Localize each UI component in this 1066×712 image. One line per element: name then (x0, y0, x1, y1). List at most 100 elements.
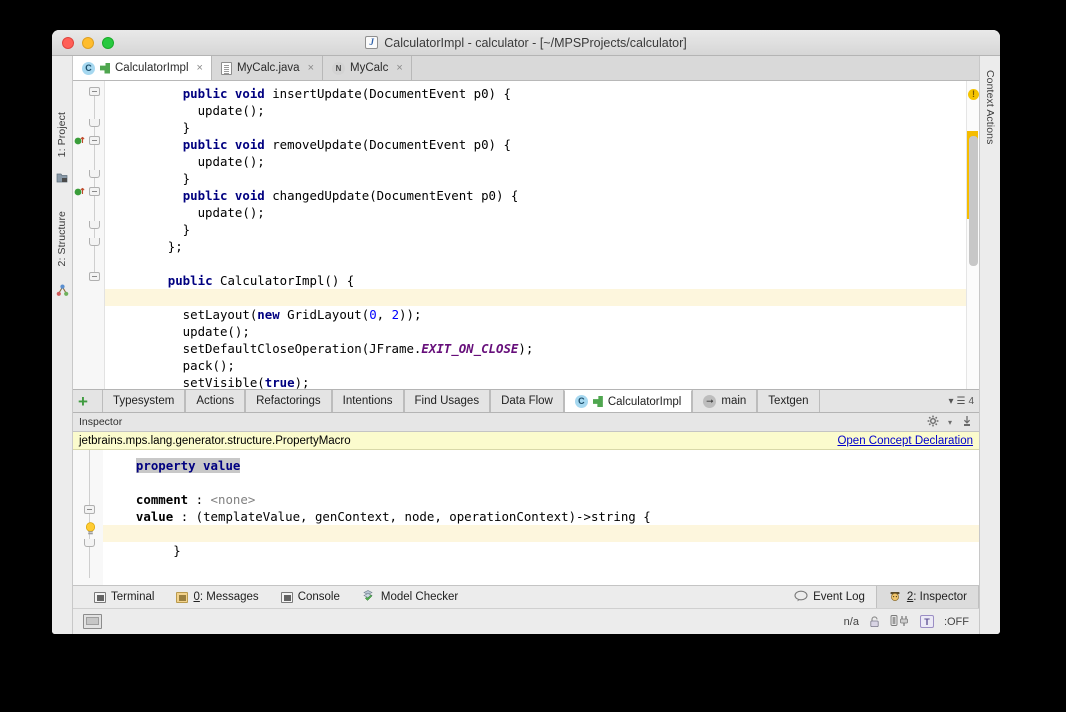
toggle-badge[interactable]: T (919, 615, 934, 628)
highlighted-line (103, 525, 979, 542)
tab-count: 4 (968, 395, 974, 407)
model-checker-icon (362, 589, 376, 605)
tab-stub (93, 390, 103, 412)
tab-label: Textgen (768, 395, 809, 407)
tab-main[interactable]: ➞ main (692, 390, 758, 412)
toggle-value: :OFF (943, 615, 969, 628)
add-tab-button[interactable]: + (73, 390, 93, 412)
fold-marker-end[interactable] (89, 221, 100, 229)
status-item-model-checker[interactable]: Model Checker (351, 589, 469, 605)
fold-marker-end[interactable] (89, 238, 100, 246)
fold-marker[interactable] (89, 272, 100, 281)
sidebar-item-project[interactable]: 1: Project (56, 112, 68, 157)
status-item-console[interactable]: Console (270, 591, 351, 603)
inspector-panel: Inspector ▾ jetbrains.mps.lang.generator… (73, 413, 979, 585)
tool-tab-bar: + Typesystem Actions Refactorings Intent… (73, 389, 979, 413)
tab-intentions[interactable]: Intentions (331, 390, 404, 412)
inspector-code-area[interactable]: property value comment : <none> value : … (103, 450, 979, 585)
code-text-area[interactable]: public void insertUpdate(DocumentEvent p… (105, 81, 966, 389)
node-n-icon: N (332, 61, 346, 75)
tab-actions[interactable]: Actions (185, 390, 246, 412)
tab-find-usages[interactable]: Find Usages (403, 390, 491, 412)
tab-label: Refactorings (256, 395, 321, 407)
inspector-body[interactable]: property value comment : <none> value : … (73, 450, 979, 585)
fold-marker[interactable] (84, 505, 95, 514)
bottom-strip: n/a T :OFF (73, 608, 979, 634)
status-item-label: Terminal (111, 591, 155, 603)
messages-icon (176, 591, 189, 603)
fold-marker-end[interactable] (84, 539, 95, 547)
editor-tab-mycalc-java[interactable]: MyCalc.java × (211, 56, 324, 80)
concept-c-icon: C (82, 61, 95, 75)
tab-label: Typesystem (113, 395, 175, 407)
inspector-source: property value comment : <none> value : … (135, 458, 651, 558)
arrow-right-icon: ➞ (703, 394, 717, 408)
fold-marker[interactable] (89, 87, 100, 96)
open-concept-declaration-link[interactable]: Open Concept Declaration (837, 435, 973, 447)
window-title: CalculatorImpl - calculator - [~/MPSProj… (384, 35, 687, 50)
status-bar-right: Event Log 2: Inspector (783, 586, 979, 608)
close-icon[interactable]: × (396, 62, 402, 74)
hide-panel-icon[interactable] (961, 415, 973, 430)
close-icon[interactable]: × (308, 62, 314, 74)
tab-label: Intentions (342, 395, 393, 407)
status-item-inspector[interactable]: 2: Inspector (875, 586, 979, 608)
tab-textgen[interactable]: Textgen (757, 390, 820, 412)
editor-gutter (73, 81, 105, 389)
tab-data-flow[interactable]: Data Flow (490, 390, 564, 412)
left-tool-rail: 1: Project 2: Structure (52, 56, 73, 634)
plug-icon[interactable] (890, 614, 910, 630)
title-bar: J CalculatorImpl - calculator - [~/MPSPr… (52, 30, 1000, 56)
status-item-terminal[interactable]: Terminal (83, 591, 165, 603)
memory-indicator-icon[interactable] (83, 614, 102, 629)
editor-marker-strip[interactable]: ! (966, 81, 979, 389)
status-item-event-log[interactable]: Event Log (783, 590, 876, 605)
chevron-down-icon[interactable]: ▾ (948, 396, 953, 407)
chevron-down-icon[interactable]: ▾ (948, 418, 952, 427)
tab-overflow-controls[interactable]: ▾ ☰ 4 (948, 390, 979, 412)
caret-position: n/a (843, 615, 859, 628)
lock-icon[interactable] (869, 615, 880, 628)
status-item-label: Console (297, 591, 340, 603)
close-button[interactable] (62, 37, 74, 49)
sidebar-item-context-actions[interactable]: Context Actions (984, 70, 996, 144)
tab-calculatorimpl[interactable]: C CalculatorImpl (563, 390, 693, 412)
status-item-label: Model Checker (380, 591, 459, 603)
tab-typesystem[interactable]: Typesystem (103, 390, 186, 412)
editor-tab-calculatorimpl[interactable]: C CalculatorImpl × (73, 56, 212, 80)
window-title-group: J CalculatorImpl - calculator - [~/MPSPr… (52, 36, 1000, 50)
list-icon[interactable]: ☰ (956, 396, 965, 407)
code-editor[interactable]: public void insertUpdate(DocumentEvent p… (73, 81, 979, 389)
sidebar-item-structure[interactable]: 2: Structure (56, 211, 68, 266)
overriding-method-icon[interactable] (74, 185, 86, 197)
node-green-icon (592, 396, 603, 407)
tab-refactorings[interactable]: Refactorings (245, 390, 332, 412)
lightbulb-icon[interactable] (85, 522, 96, 535)
close-icon[interactable]: × (197, 62, 203, 74)
screenshot-root: J CalculatorImpl - calculator - [~/MPSPr… (0, 0, 1066, 712)
overriding-method-icon[interactable] (74, 134, 86, 146)
fold-marker[interactable] (89, 187, 100, 196)
fold-marker[interactable] (89, 136, 100, 145)
gear-icon[interactable] (927, 415, 939, 430)
vertical-scrollbar[interactable] (969, 136, 978, 266)
inspector-concept-bar: jetbrains.mps.lang.generator.structure.P… (73, 432, 979, 450)
java-file-icon (220, 61, 232, 75)
window-body: 1: Project 2: Structure C CalculatorImpl… (52, 56, 1000, 634)
tab-label: Actions (196, 395, 235, 407)
status-item-label: Event Log (813, 591, 865, 603)
status-item-messages[interactable]: 0: Messages (165, 591, 269, 603)
editor-tab-mycalc[interactable]: N MyCalc × (323, 56, 412, 80)
zoom-button[interactable] (102, 37, 114, 49)
tab-label: Data Flow (501, 395, 553, 407)
fold-guide (89, 450, 90, 578)
fold-marker-end[interactable] (89, 170, 100, 178)
console-icon (280, 591, 293, 603)
minimize-button[interactable] (82, 37, 94, 49)
tab-label: Find Usages (414, 395, 480, 407)
concept-c-icon: C (574, 395, 588, 408)
status-item-label: 2: Inspector (906, 591, 967, 603)
fold-marker-end[interactable] (89, 119, 100, 127)
application-window: J CalculatorImpl - calculator - [~/MPSPr… (52, 30, 1000, 634)
warning-status-icon[interactable]: ! (968, 89, 979, 100)
